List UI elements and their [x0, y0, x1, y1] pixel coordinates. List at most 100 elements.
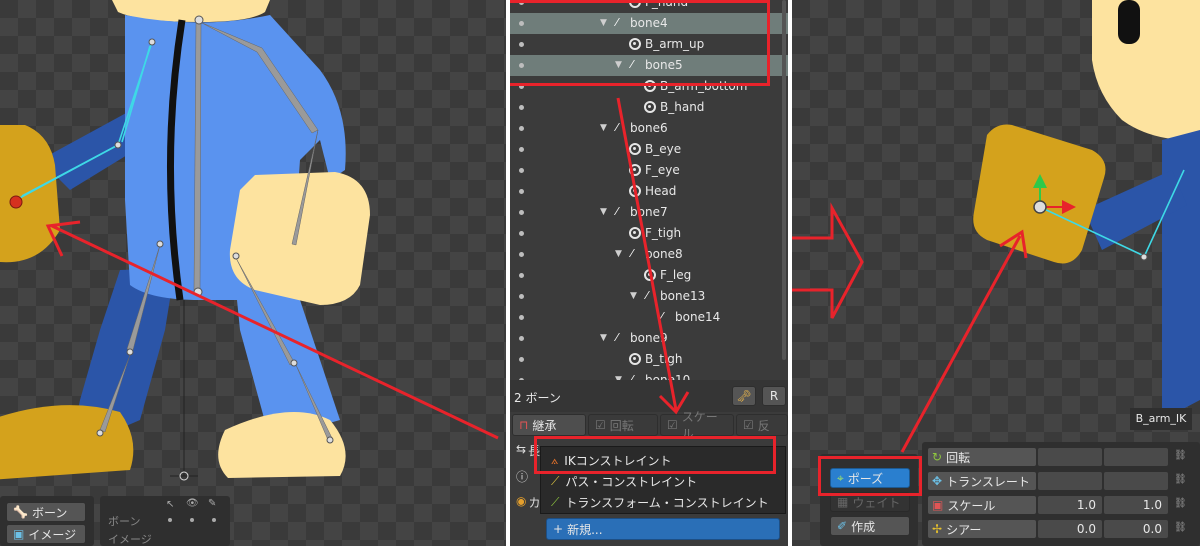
value-field-y[interactable]: 1.0 [1104, 496, 1168, 514]
toggle-dot[interactable] [190, 518, 194, 522]
bone-tooltip: B_arm_IK [1130, 408, 1192, 430]
outliner-row[interactable]: ▼ ⁄ bone9 [510, 328, 788, 349]
menu-transform-constraint[interactable]: ⟋ トランスフォーム・コンストレイント [551, 492, 769, 512]
weight-button[interactable]: ▦ ウェイト [830, 492, 910, 512]
mesh-icon [629, 164, 641, 176]
outliner-label: bone4 [630, 16, 668, 30]
create-button[interactable]: ✐ 作成 [830, 516, 910, 536]
tab-rotation[interactable]: ☑ 回転 [588, 414, 658, 436]
outliner-row[interactable]: B_arm_up [510, 34, 788, 55]
expand-triangle-icon[interactable]: ▼ [600, 333, 607, 343]
outliner-row[interactable]: F_leg [510, 265, 788, 286]
outliner-label: bone13 [660, 289, 706, 303]
expand-triangle-icon[interactable]: ▼ [630, 291, 637, 301]
status-bar: 2 ボーン 🗝 R [510, 380, 788, 412]
outliner-row[interactable]: ▼ ⁄ bone4 [510, 13, 788, 34]
outliner-scrollbar[interactable] [782, 0, 786, 360]
transform-row: ✢ シアー 0.0 0.0 ⛓ [922, 518, 1198, 540]
expand-triangle-icon[interactable]: ▼ [600, 18, 607, 28]
link-icon[interactable]: ⛓ [1174, 450, 1187, 464]
menu-ik-constraint[interactable]: ⟑ IKコンストレイント [551, 450, 671, 470]
visibility-dot[interactable] [519, 294, 524, 299]
expand-triangle-icon[interactable]: ▼ [600, 123, 607, 133]
transform-toggle[interactable]: ✢ シアー [928, 520, 1036, 538]
outliner-label: B_arm_up [645, 37, 705, 51]
transform-row: ✥ トランスレート ⛓ [922, 470, 1198, 492]
link-icon[interactable]: ⛓ [1174, 498, 1187, 512]
tab-scale[interactable]: ☑ スケール [660, 410, 734, 441]
new-constraint-button[interactable]: + 新規... [546, 518, 780, 540]
visibility-dot[interactable] [519, 189, 524, 194]
value-field-x[interactable] [1038, 472, 1102, 490]
key-button[interactable]: 🗝 [732, 386, 756, 406]
link-icon[interactable]: ⛓ [1174, 474, 1187, 488]
visibility-dot[interactable] [519, 126, 524, 131]
outliner-row[interactable]: ▼ ⁄ bone5 [510, 55, 788, 76]
pose-button[interactable]: ⌖ ポーズ [830, 468, 910, 488]
mesh-icon [629, 143, 641, 155]
outliner-tree: F_hand ▼ ⁄ bone4 B_arm_up ▼ ⁄ bone5 B_arm_bottom… [510, 0, 788, 387]
visibility-dot[interactable] [519, 210, 524, 215]
vis-image-label: イメージ [108, 533, 152, 546]
check-icon: ☑ [595, 418, 606, 432]
reset-button[interactable]: R [762, 386, 786, 406]
pose-icon: ⌖ [837, 470, 844, 485]
outliner-row[interactable]: B_eye [510, 139, 788, 160]
visibility-dot[interactable] [519, 273, 524, 278]
transform-toggle[interactable]: ▣ スケール [928, 496, 1036, 514]
visibility-dot[interactable] [519, 105, 524, 110]
outliner-row[interactable]: Head [510, 181, 788, 202]
visibility-dot[interactable] [519, 336, 524, 341]
outliner-row[interactable]: F_tigh [510, 223, 788, 244]
outliner-row[interactable]: ▼ ⁄ bone7 [510, 202, 788, 223]
visibility-dot[interactable] [519, 147, 524, 152]
outliner-row[interactable]: B_tigh [510, 349, 788, 370]
viewport-right[interactable]: B_arm_IK ⌖ ポーズ ▦ ウェイト ✐ 作成 ↻ 回転 ⛓ ✥ トランスレート ⛓ ▣ スケ… [792, 0, 1200, 546]
outliner-row[interactable]: ▼ ⁄ bone13 [510, 286, 788, 307]
value-field-y[interactable] [1104, 448, 1168, 466]
transform-toggle[interactable]: ✥ トランスレート [928, 472, 1036, 490]
outliner-row[interactable]: ▼ ⁄ bone6 [510, 118, 788, 139]
value-field-y[interactable]: 0.0 [1104, 520, 1168, 538]
outliner-row[interactable]: B_arm_bottom [510, 76, 788, 97]
visibility-dot[interactable] [519, 231, 524, 236]
outliner-row[interactable]: ⁄ bone14 [510, 307, 788, 328]
menu-path-constraint[interactable]: ⟋ パス・コンストレイント [551, 471, 697, 491]
expand-triangle-icon[interactable]: ▼ [615, 249, 622, 259]
outliner-label: F_eye [645, 163, 680, 177]
visibility-dot[interactable] [519, 42, 524, 47]
toggle-dot[interactable] [212, 518, 216, 522]
visibility-dot[interactable] [519, 21, 524, 26]
transform-toggle[interactable]: ↻ 回転 [928, 448, 1036, 466]
viewport-left[interactable]: 🦴 ボーン ▣ イメージ ↖ 👁 ✎ ボーン イメージ [0, 0, 506, 546]
visibility-dot[interactable] [519, 168, 524, 173]
color-row: ◉ カ [516, 494, 541, 510]
value-field-x[interactable]: 1.0 [1038, 496, 1102, 514]
outliner-label: bone14 [675, 310, 721, 324]
outliner-label: B_arm_bottom [660, 79, 748, 93]
outliner-label: F_hand [645, 0, 689, 9]
value-field-x[interactable]: 0.0 [1038, 520, 1102, 538]
visibility-dot[interactable] [519, 84, 524, 89]
visibility-dot[interactable] [519, 315, 524, 320]
link-icon[interactable]: ⛓ [1174, 522, 1187, 536]
bone-mode-button[interactable]: 🦴 ボーン [6, 502, 86, 522]
expand-triangle-icon[interactable]: ▼ [600, 207, 607, 217]
outliner-row[interactable]: ▼ ⁄ bone8 [510, 244, 788, 265]
tab-inherit[interactable]: ⊓ 継承 [512, 414, 586, 436]
expand-triangle-icon[interactable]: ▼ [615, 60, 622, 70]
visibility-dot[interactable] [519, 357, 524, 362]
value-field-y[interactable] [1104, 472, 1168, 490]
image-mode-button[interactable]: ▣ イメージ [6, 524, 86, 544]
visibility-dot[interactable] [519, 0, 524, 5]
toggle-dot[interactable] [168, 518, 172, 522]
value-field-x[interactable] [1038, 448, 1102, 466]
visibility-dot[interactable] [519, 252, 524, 257]
outliner-row[interactable]: F_eye [510, 160, 788, 181]
character-art [0, 0, 499, 481]
tab-reflect[interactable]: ☑ 反 [736, 414, 788, 436]
eye-icon: 👁 [186, 498, 199, 509]
outliner-row[interactable]: B_hand [510, 97, 788, 118]
outliner-row[interactable]: F_hand [510, 0, 788, 13]
visibility-dot[interactable] [519, 63, 524, 68]
